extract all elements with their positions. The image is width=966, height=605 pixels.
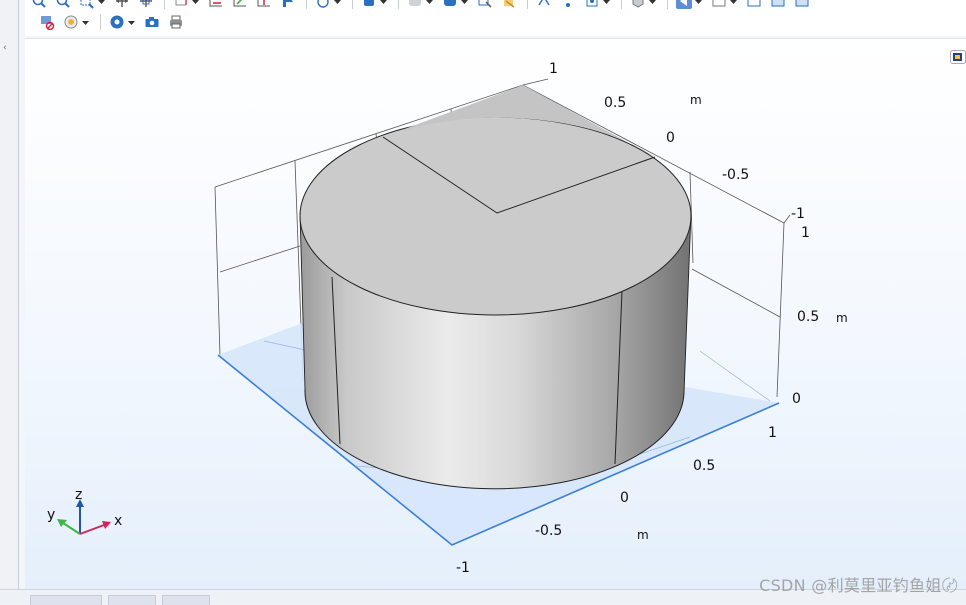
x-tick-0: 0 — [620, 490, 629, 506]
x-tick-neg1: -1 — [456, 560, 470, 576]
geometry-scene[interactable]: 1 0.5 0 -0.5 -1 m 1 0.5 0 m 1 0.5 0 -0.5… — [0, 1, 966, 604]
bottom-tab[interactable] — [108, 595, 156, 605]
triad-x-label: x — [114, 513, 122, 529]
y-tick-0: 0 — [666, 130, 675, 146]
triad-y-label: y — [47, 507, 55, 523]
z-axis-unit: m — [836, 311, 848, 325]
y-tick-neg0.5: -0.5 — [722, 167, 749, 183]
x-tick-1: 1 — [768, 425, 777, 441]
cylinder-geometry[interactable] — [299, 85, 692, 490]
x-axis-unit: m — [637, 528, 649, 542]
z-tick-1: 1 — [801, 225, 810, 241]
x-tick-0.5: 0.5 — [693, 458, 715, 474]
watermark: CSDN @利莫里亚钓鱼姐〄 — [759, 576, 958, 595]
bottom-tab[interactable] — [30, 595, 102, 605]
z-tick-0.5: 0.5 — [797, 309, 819, 325]
y-tick-neg1: -1 — [791, 206, 805, 222]
z-axis-labels: 1 0.5 0 m — [792, 225, 848, 407]
z-tick-0: 0 — [792, 391, 801, 407]
triad-z-label: z — [75, 487, 82, 503]
x-tick-neg0.5: -0.5 — [535, 523, 562, 539]
y-axis-unit: m — [690, 93, 702, 107]
bottom-tab[interactable] — [162, 595, 210, 605]
graphics-viewport[interactable]: 1 0.5 0 -0.5 -1 m 1 0.5 0 m 1 0.5 0 -0.5… — [25, 38, 966, 590]
axis-triad: z y x — [47, 487, 122, 535]
y-tick-0.5: 0.5 — [604, 95, 626, 111]
y-tick-1: 1 — [549, 61, 558, 77]
